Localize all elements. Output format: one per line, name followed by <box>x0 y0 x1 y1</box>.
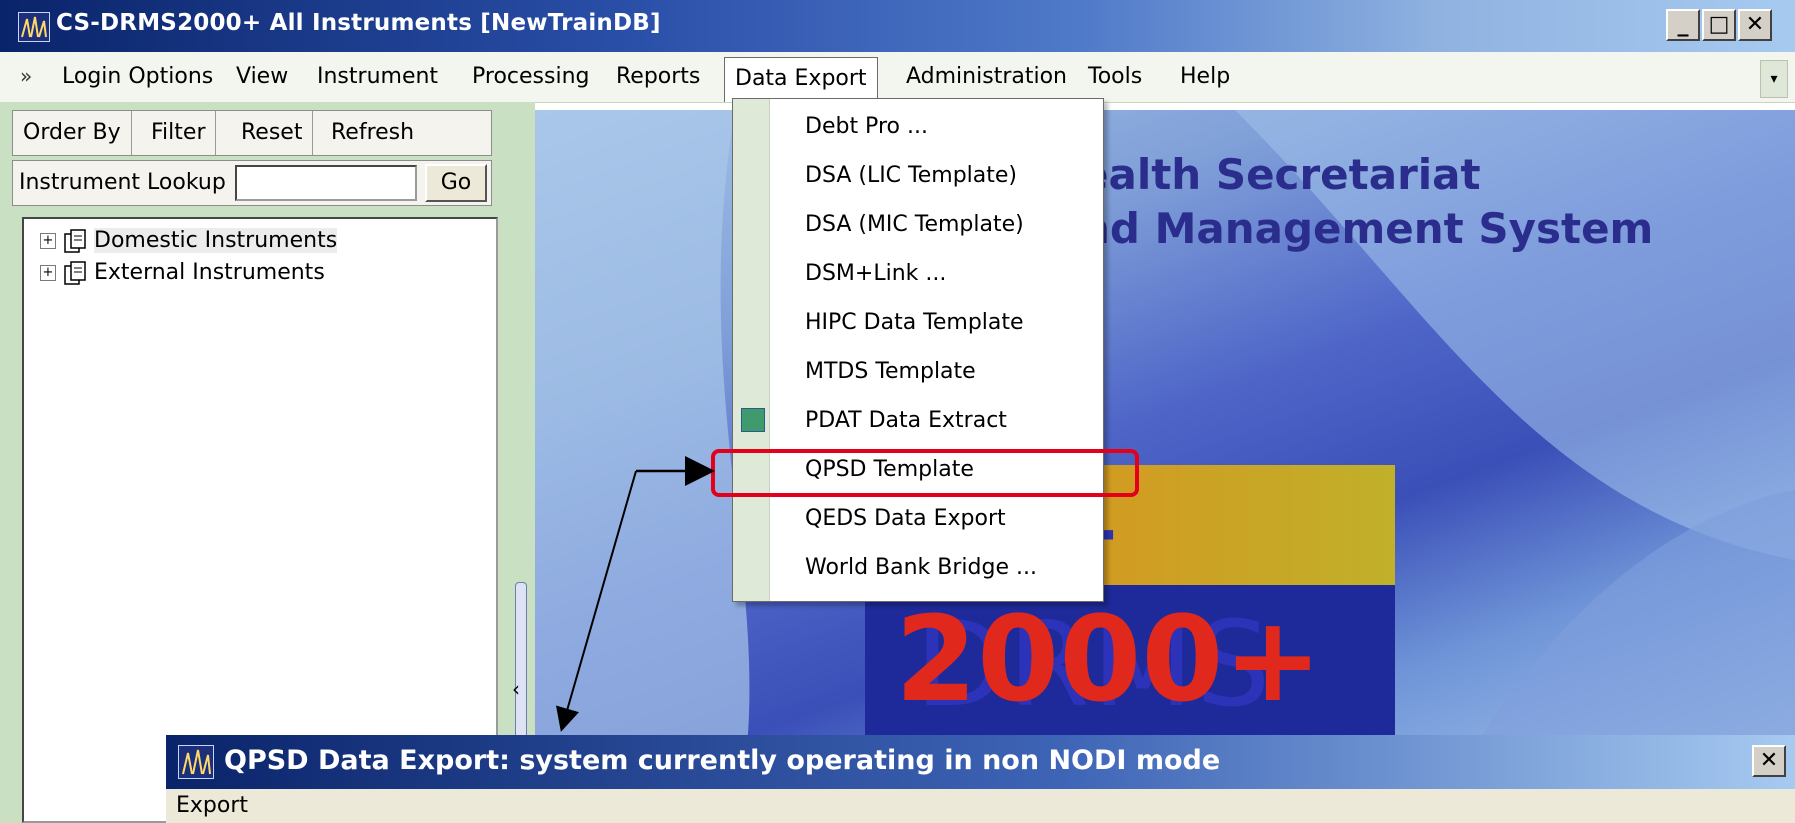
menu-item-hipc[interactable]: HIPC Data Template <box>733 298 1103 347</box>
tree-item-label: Domestic Instruments <box>94 228 338 253</box>
reset-button[interactable]: Reset <box>231 111 314 155</box>
documents-icon <box>64 261 86 285</box>
app-icon[interactable] <box>18 12 50 42</box>
export-group-label: Export <box>176 793 249 818</box>
menu-item-label: QEDS Data Export <box>805 506 1006 531</box>
logo-year: 2000+ <box>895 590 1323 728</box>
instrument-lookup-label: Instrument Lookup <box>19 170 226 195</box>
instrument-lookup-bar: Instrument Lookup Go <box>12 160 492 206</box>
instrument-lookup-input[interactable] <box>235 165 417 201</box>
tree-item-label: External Instruments <box>94 260 325 285</box>
menu-reports[interactable]: Reports <box>606 52 710 102</box>
collapse-arrow-icon[interactable]: ‹ <box>512 677 520 701</box>
dialog-titlebar: QPSD Data Export: system currently opera… <box>166 735 1795 789</box>
menu-item-label: DSA (LIC Template) <box>805 163 1018 188</box>
instrument-tree: + Domestic Instruments + External Instrume… <box>22 217 498 823</box>
menu-item-dsa-mic[interactable]: DSA (MIC Template) <box>733 200 1103 249</box>
menu-item-label: MTDS Template <box>805 359 976 384</box>
menu-item-dsm-link[interactable]: DSM+Link ... <box>733 249 1103 298</box>
menu-item-mtds[interactable]: MTDS Template <box>733 347 1103 396</box>
window-title: CS-DRMS2000+ All Instruments [NewTrainDB… <box>56 10 661 36</box>
menu-login-options[interactable]: Login Options <box>52 52 223 102</box>
tree-item-external[interactable]: + External Instruments <box>40 257 325 289</box>
splash-heading-2: nd Management System <box>1080 204 1654 253</box>
menu-view[interactable]: View <box>226 52 298 102</box>
dialog-close-button[interactable]: ✕ <box>1752 745 1786 777</box>
menu-administration[interactable]: Administration <box>896 52 1077 102</box>
menu-tools[interactable]: Tools <box>1078 52 1152 102</box>
navigator-panel: Order By Filter Reset Refresh Instrument… <box>0 102 505 823</box>
menu-instrument[interactable]: Instrument <box>307 52 448 102</box>
menu-item-qeds[interactable]: QEDS Data Export <box>733 494 1103 543</box>
menu-item-label: PDAT Data Extract <box>805 408 1007 433</box>
expand-icon[interactable]: + <box>40 265 56 281</box>
menu-bar: » Login Options View Instrument Processi… <box>0 52 1795 103</box>
documents-icon <box>64 229 86 253</box>
qpsd-export-dialog: QPSD Data Export: system currently opera… <box>166 735 1795 823</box>
menu-item-label: DSA (MIC Template) <box>805 212 1024 237</box>
menu-item-label: Debt Pro ... <box>805 114 928 139</box>
maximize-button[interactable]: □ <box>1702 9 1736 41</box>
menu-item-dsa-lic[interactable]: DSA (LIC Template) <box>733 151 1103 200</box>
menu-help[interactable]: Help <box>1170 52 1240 102</box>
panel-splitter: ‹ <box>505 102 535 823</box>
close-button[interactable]: ✕ <box>1738 9 1772 41</box>
minimize-button[interactable]: _ <box>1666 9 1700 41</box>
qpsd-highlight-box <box>711 449 1139 497</box>
menu-processing[interactable]: Processing <box>462 52 599 102</box>
order-toolbar: Order By Filter Reset Refresh <box>12 110 492 156</box>
menu-item-label: World Bank Bridge ... <box>805 555 1037 580</box>
menu-item-pdat[interactable]: PDAT Data Extract <box>733 396 1103 445</box>
order-by-button[interactable]: Order By <box>13 111 132 155</box>
expand-icon[interactable]: + <box>40 233 56 249</box>
menu-item-debt-pro[interactable]: Debt Pro ... <box>733 102 1103 151</box>
dialog-title: QPSD Data Export: system currently opera… <box>224 745 1221 776</box>
menu-item-world-bank[interactable]: World Bank Bridge ... <box>733 543 1103 592</box>
app-icon <box>178 745 214 779</box>
tree-item-domestic[interactable]: + Domestic Instruments <box>40 225 338 257</box>
pdat-icon <box>741 408 765 432</box>
splash-heading-1: ealth Secretariat <box>1080 150 1481 199</box>
chevron-icon[interactable]: » <box>20 64 32 88</box>
menu-item-label: DSM+Link ... <box>805 261 947 286</box>
menu-item-label: HIPC Data Template <box>805 310 1024 335</box>
data-export-menu: Debt Pro ... DSA (LIC Template) DSA (MIC… <box>732 98 1104 602</box>
toolbar-overflow-icon[interactable]: ▾ <box>1760 60 1788 98</box>
window-titlebar: CS-DRMS2000+ All Instruments [NewTrainDB… <box>0 0 1795 52</box>
go-button[interactable]: Go <box>425 164 487 202</box>
menu-data-export[interactable]: Data Export <box>724 57 878 102</box>
filter-button[interactable]: Filter <box>141 111 217 155</box>
refresh-button[interactable]: Refresh <box>321 111 424 155</box>
